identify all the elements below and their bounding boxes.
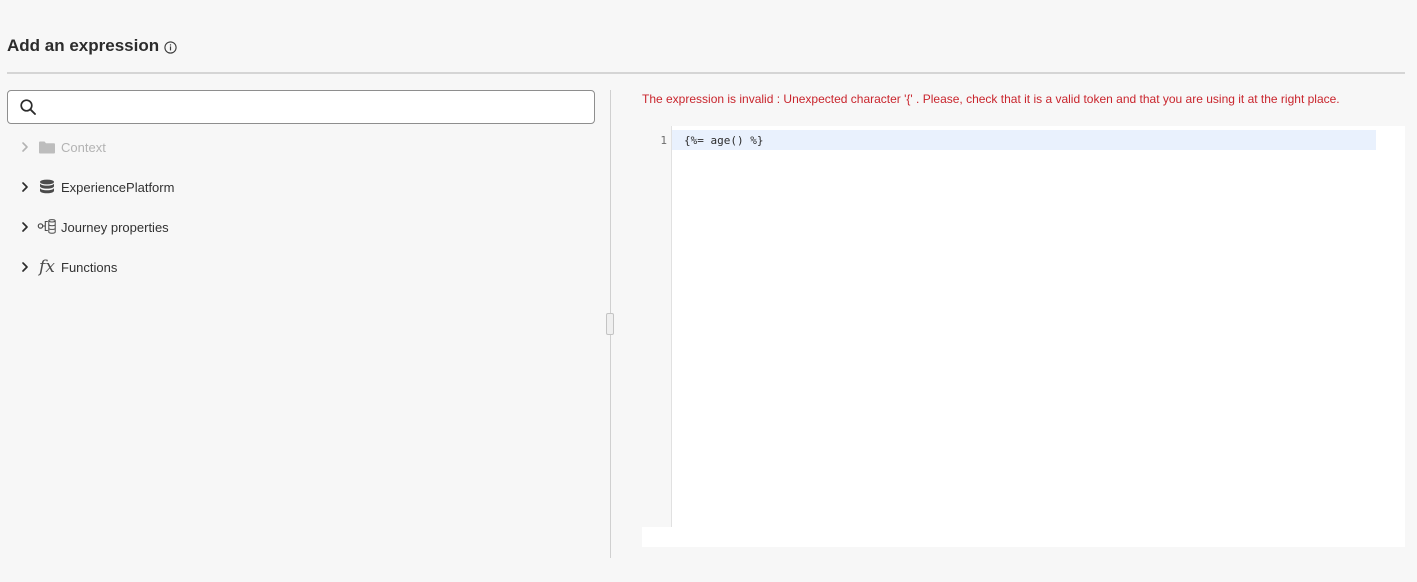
tree-item-context: Context [18,127,588,167]
tree-item-label: Journey properties [61,219,169,235]
search-input[interactable] [43,92,588,122]
search-icon [19,98,37,116]
header-divider [7,72,1405,74]
tree-item-experienceplatform[interactable]: ExperiencePlatform [18,167,588,207]
tree-item-label: ExperiencePlatform [61,179,175,195]
code-line[interactable]: {%= age() %} [684,134,763,147]
split-resize-handle[interactable] [606,313,614,335]
database-icon [36,176,58,198]
tree-item-journey-properties[interactable]: Journey properties [18,207,588,247]
active-line-highlight [672,130,1376,150]
line-number: 1 [660,134,667,147]
page-title: Add an expression [7,36,160,55]
folder-icon [36,136,58,158]
tree-item-functions[interactable]: fx Functions [18,247,588,287]
chevron-right-icon[interactable] [18,180,32,194]
tree-item-label: Context [61,139,106,155]
tree-item-label: Functions [61,259,118,275]
expression-header: Add an expression [7,36,177,56]
code-editor[interactable]: 1 {%= age() %} [642,126,1405,547]
info-icon[interactable] [164,41,177,54]
fx-glyph: fx [39,256,55,277]
chevron-right-icon[interactable] [18,220,32,234]
expression-error-message: The expression is invalid : Unexpected c… [642,92,1340,106]
search-field[interactable] [7,90,595,124]
editor-gutter: 1 [642,126,672,527]
journey-properties-icon [36,216,58,238]
fx-icon: fx [36,256,58,278]
data-source-tree: Context ExperiencePlatform Journey prope… [18,127,588,287]
chevron-right-icon [22,142,28,152]
chevron-right-icon[interactable] [18,260,32,274]
